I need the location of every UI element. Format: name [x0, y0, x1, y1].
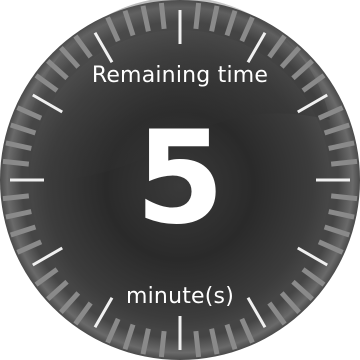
minor-tick [193, 330, 202, 358]
timer-watch-screen: Remaining time 5 minute(s) [0, 0, 360, 360]
minor-tick [193, 2, 202, 30]
remaining-time-label: Remaining time [91, 63, 269, 88]
minor-tick [158, 330, 167, 358]
minutes-unit-label: minute(s) [125, 284, 235, 309]
remaining-minutes-value: 5 [135, 104, 225, 253]
minor-tick [158, 2, 167, 30]
